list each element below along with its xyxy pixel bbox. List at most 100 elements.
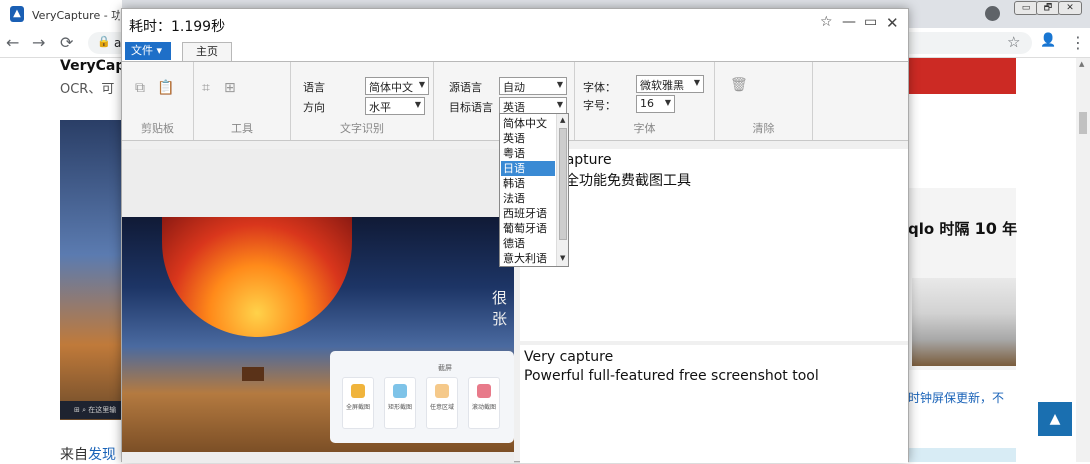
dropdown-item[interactable]: 法语 — [501, 191, 555, 206]
translation-pane[interactable]: Very capture Powerful full-featured free… — [520, 345, 908, 463]
window-restore-button[interactable]: 🗗 — [1036, 1, 1060, 15]
chevron-down-icon: ▼ — [556, 100, 563, 109]
capture-card: 任意区域 — [426, 377, 458, 429]
balloon-image: 很张 截屏 全屏截图 矩形截图 任意区域 滚动截图 — [122, 217, 514, 452]
forward-arrow-icon[interactable]: → — [32, 33, 45, 52]
dropdown-item[interactable]: 西班牙语 — [501, 206, 555, 221]
clear-icon[interactable]: 🗑 — [730, 77, 748, 93]
embedded-dialog-title: 截屏 — [438, 364, 452, 372]
tools-group: ⌗ ⊞ 工具 — [194, 62, 291, 140]
capture-card: 矩形截图 — [384, 377, 416, 429]
font-size-select[interactable]: 16 ▼ — [636, 95, 675, 113]
reload-icon[interactable]: ⟳ — [60, 33, 73, 52]
dropdown-item[interactable]: 英语 — [501, 131, 555, 146]
back-arrow-icon[interactable]: ← — [6, 33, 19, 52]
books-image — [912, 278, 1016, 366]
translation-line-2: Powerful full-featured free screenshot t… — [524, 368, 819, 384]
dropdown-item[interactable]: 粤语 — [501, 146, 555, 161]
copy-icon[interactable]: ⧉ — [135, 80, 145, 96]
target-language-dropdown[interactable]: 简体中文 英语 粤语 日语 韩语 法语 西班牙语 葡萄牙语 德语 意大利语 ▲ … — [499, 113, 569, 267]
tab-title: VeryCapture - 功能 — [32, 9, 120, 22]
balloon-basket — [242, 367, 264, 381]
source-line: 来自发现 — [60, 444, 116, 464]
ocr-text-line-2: 全功能免费截图工具 — [565, 173, 691, 189]
article-link[interactable]: 时钟屏保更新，不 — [908, 389, 1004, 406]
clear-group: 🗑 清除 — [715, 62, 813, 140]
source-language-select[interactable]: 自动 ▼ — [499, 77, 567, 95]
dropdown-item[interactable]: 意大利语 — [501, 251, 555, 266]
taskbar-strip: ⊞ ⌕ 在这里输 — [60, 401, 122, 419]
dropdown-item[interactable]: 简体中文 — [501, 116, 555, 131]
page-subtitle: OCR、可 — [60, 82, 115, 97]
dropdown-scroll-thumb[interactable] — [559, 128, 567, 240]
lock-icon: 🔒 — [97, 35, 111, 48]
clipboard-group: ⧉ 📋 剪贴板 — [122, 62, 194, 140]
file-menu-button[interactable]: 文件 ▾ — [125, 42, 171, 60]
font-family-select[interactable]: 微软雅黑 ▼ — [636, 75, 704, 93]
maximize-icon[interactable]: ▭ — [864, 14, 877, 30]
source-link[interactable]: 发现 — [88, 447, 116, 463]
browser-tab[interactable]: ▲ VeryCapture - 功能 — [0, 0, 122, 28]
ocr-language-select[interactable]: 简体中文 ▼ — [365, 77, 429, 95]
chevron-down-icon: ▼ — [556, 80, 563, 89]
back-to-top-button[interactable]: ▲ — [1038, 402, 1072, 436]
window-close-button[interactable]: ✕ — [1058, 1, 1082, 15]
freeform-icon — [435, 384, 449, 398]
font-family-label: 字体： — [583, 81, 616, 94]
browser-menu-icon[interactable]: ⋮ — [1070, 33, 1086, 52]
card-strip — [908, 448, 1016, 462]
profile-dot-icon[interactable] — [985, 6, 1000, 21]
image-overlay-text: 很张 — [492, 289, 508, 328]
minimize-icon[interactable]: — — [842, 14, 856, 30]
dropdown-scrollbar[interactable]: ▲ ▼ — [556, 114, 568, 266]
font-group-label: 字体 — [633, 122, 656, 135]
scroll-up-arrow-icon[interactable]: ▲ — [1079, 60, 1084, 68]
chevron-down-icon: ▼ — [664, 98, 671, 107]
translation-line-1: Very capture — [524, 349, 614, 365]
close-icon[interactable]: ✕ — [886, 14, 899, 32]
site-favicon-icon: ▲ — [10, 6, 24, 22]
scroll-up-icon: ▲ — [560, 116, 566, 124]
ocr-language-label: 语言 — [303, 81, 325, 94]
capture-card: 全屏截图 — [342, 377, 374, 429]
scroll-down-icon: ▼ — [560, 254, 566, 262]
dropdown-item-selected[interactable]: 日语 — [501, 161, 555, 176]
ocr-direction-select[interactable]: 水平 ▼ — [365, 97, 425, 115]
app-titlebar[interactable]: 耗时：1.199秒 ☆ — ▭ ✕ — [122, 9, 908, 39]
page-scrollbar[interactable]: ▲ — [1076, 58, 1090, 462]
balloon-shape — [162, 217, 352, 337]
page-title: VeryCap — [60, 58, 126, 74]
ocr-text-pane[interactable]: capture 全功能免费截图工具 — [520, 149, 908, 341]
window-minimize-button[interactable]: ▭ — [1014, 1, 1038, 15]
capture-card: 滚动截图 — [468, 377, 500, 429]
pin-icon[interactable]: ☆ — [820, 14, 833, 30]
dropdown-item[interactable]: 韩语 — [501, 176, 555, 191]
page-scroll-thumb[interactable] — [1079, 112, 1087, 134]
target-language-label: 目标语言 — [449, 101, 493, 114]
red-banner-image — [908, 58, 1016, 94]
profile-icon[interactable]: 👤 — [1040, 33, 1056, 48]
article-card-title[interactable]: qlo 时隔 10 年 — [908, 218, 1017, 239]
dropdown-item[interactable]: 葡萄牙语 — [501, 221, 555, 236]
page-screenshot-image — [60, 120, 122, 420]
image-pane[interactable]: 很张 截屏 全屏截图 矩形截图 任意区域 滚动截图 — [122, 149, 514, 463]
source-prefix: 来自 — [60, 447, 88, 463]
ocr-group: 语言 简体中文 ▼ 方向 水平 ▼ 文字识别 — [291, 62, 434, 140]
chevron-down-icon: ▼ — [418, 80, 425, 89]
font-size-label: 字号： — [583, 99, 616, 112]
menu-row: 文件 ▾ 主页 — [122, 39, 908, 62]
bookmark-star-icon[interactable]: ☆ — [1007, 33, 1020, 51]
tools-group-label: 工具 — [231, 122, 253, 135]
source-language-label: 源语言 — [449, 81, 482, 94]
tab-home[interactable]: 主页 — [182, 42, 232, 62]
embedded-dialog: 截屏 全屏截图 矩形截图 任意区域 滚动截图 — [330, 351, 514, 443]
ocr-direction-label: 方向 — [303, 101, 325, 114]
verycapture-window: 耗时：1.199秒 ☆ — ▭ ✕ 文件 ▾ 主页 ⧉ 📋 剪贴板 ⌗ ⊞ 工具… — [121, 8, 909, 463]
chevron-down-icon: ▼ — [693, 78, 700, 87]
clear-group-label: 清除 — [752, 122, 775, 135]
chevron-down-icon: ▼ — [414, 100, 421, 109]
dropdown-item[interactable]: 德语 — [501, 236, 555, 251]
scan-icon[interactable]: ⌗ — [202, 80, 210, 96]
paste-icon[interactable]: 📋 — [157, 80, 174, 96]
grid-icon[interactable]: ⊞ — [224, 80, 236, 96]
